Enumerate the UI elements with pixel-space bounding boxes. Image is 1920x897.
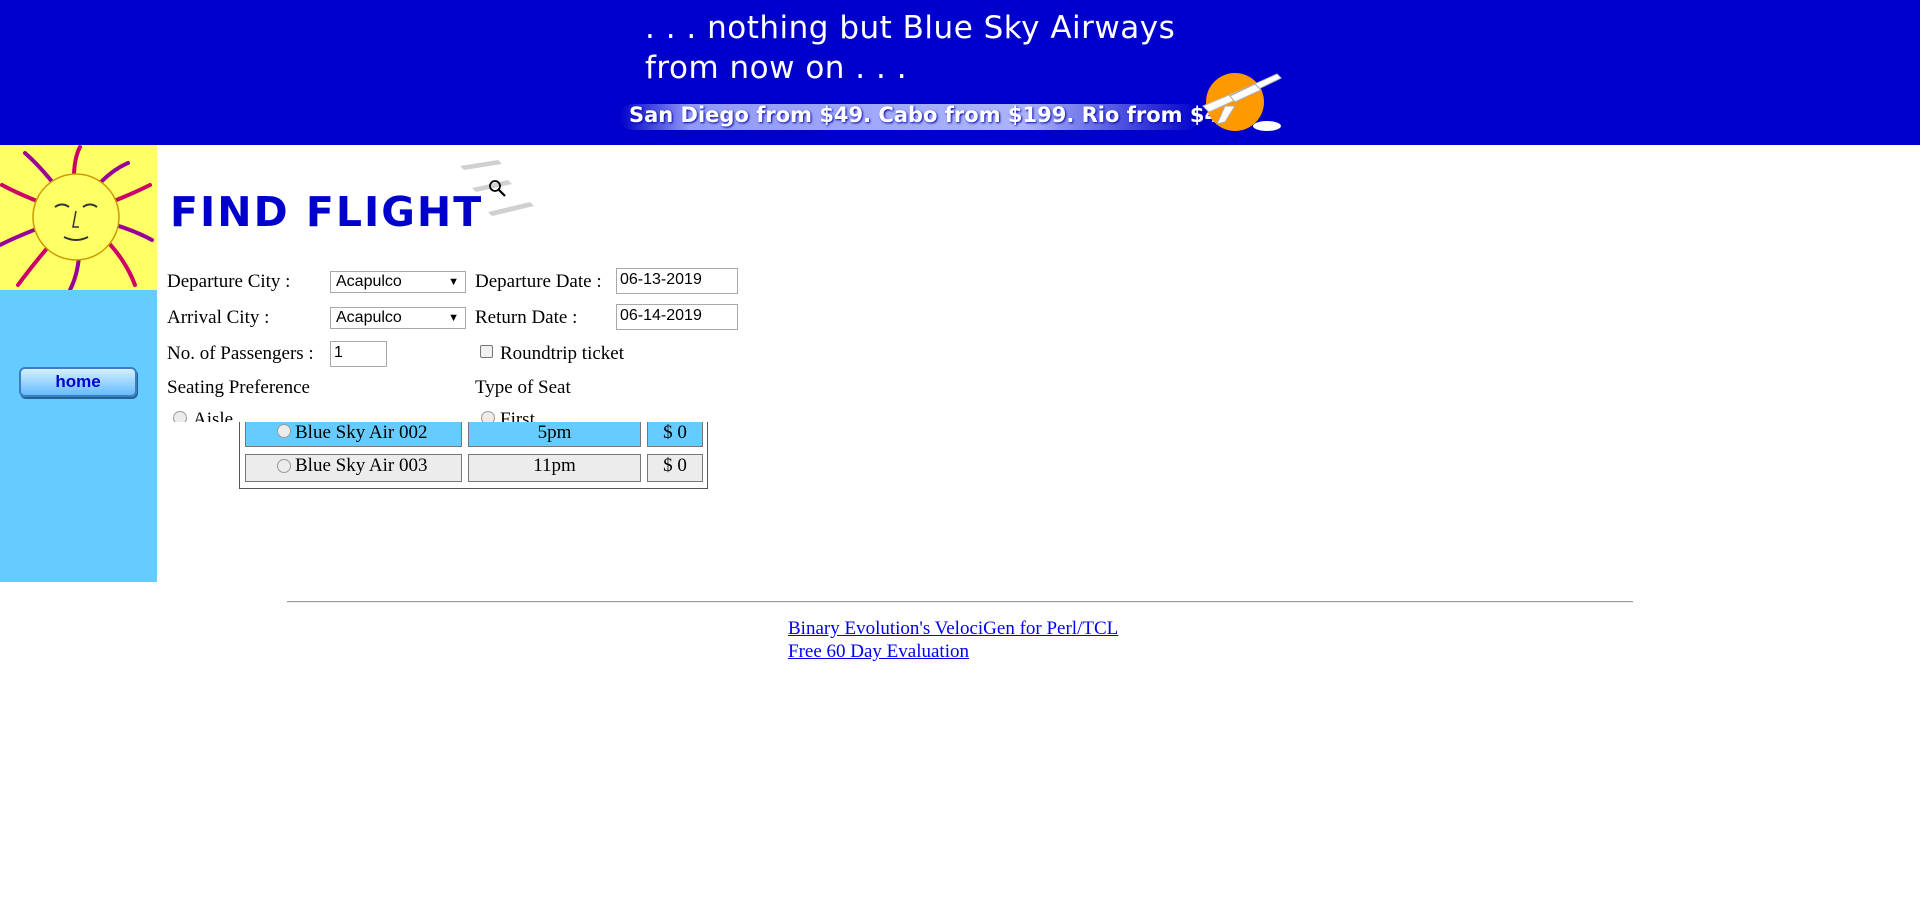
sun-plane-icon xyxy=(1202,73,1282,131)
chevron-down-icon: ▼ xyxy=(448,276,459,288)
banner-prices: San Diego from $49. Cabo from $199. Rio … xyxy=(620,100,1256,134)
roundtrip-label: Roundtrip ticket xyxy=(500,343,625,364)
departure-city-value: Acapulco xyxy=(336,273,402,290)
first-radio[interactable] xyxy=(481,411,495,422)
page-title: FIND FLIGHT xyxy=(170,188,484,236)
departure-city-select[interactable]: Acapulco ▼ xyxy=(330,271,466,293)
sun-face-icon xyxy=(0,145,154,292)
flight-select-radio[interactable] xyxy=(277,459,291,473)
roundtrip-checkbox[interactable] xyxy=(480,345,493,358)
seating-preference-label: Seating Preference xyxy=(167,377,310,398)
flight-price-cell: $ 0 xyxy=(647,422,703,447)
departure-date-label: Departure Date : xyxy=(475,271,602,292)
passengers-label: No. of Passengers : xyxy=(167,343,314,364)
magnifier-icon xyxy=(460,160,534,216)
return-date-input[interactable]: 06-14-2019 xyxy=(616,304,738,330)
flight-select-radio[interactable] xyxy=(277,424,291,438)
flight-time-cell: 5pm xyxy=(468,422,641,447)
header-banner: . . . nothing but Blue Sky Airways from … xyxy=(0,0,1920,145)
first-option-label: First xyxy=(500,409,535,422)
arrival-city-value: Acapulco xyxy=(336,309,402,326)
banner-tagline-line1: . . . nothing but Blue Sky Airways xyxy=(645,10,1176,46)
home-button[interactable]: home xyxy=(19,367,137,397)
sidebar: home xyxy=(0,145,157,582)
sun-face-logo xyxy=(0,145,157,292)
flight-price-cell: $ 0 xyxy=(647,454,703,482)
chevron-down-icon: ▼ xyxy=(448,312,459,324)
flight-results-table: Blue Sky Air 002 5pm $ 0 Blue Sky Air 00… xyxy=(239,422,708,489)
flight-name: Blue Sky Air 003 xyxy=(295,455,428,476)
arrival-city-select[interactable]: Acapulco ▼ xyxy=(330,307,466,329)
free-evaluation-link[interactable]: Free 60 Day Evaluation xyxy=(788,641,969,663)
seat-options-row: Aisle First xyxy=(160,405,720,422)
departure-city-label: Departure City : xyxy=(167,271,291,292)
seat-type-label: Type of Seat xyxy=(475,377,571,398)
banner-prices-text: San Diego from $49. Cabo from $199. Rio … xyxy=(629,103,1257,127)
aisle-radio[interactable] xyxy=(173,411,187,422)
home-button-label: home xyxy=(55,372,101,391)
flight-time-cell: 11pm xyxy=(468,454,641,482)
return-date-label: Return Date : xyxy=(475,307,578,328)
footer-divider xyxy=(287,601,1633,603)
aisle-option-label: Aisle xyxy=(193,409,234,422)
velocigen-link[interactable]: Binary Evolution's VelociGen for Perl/TC… xyxy=(788,618,1118,640)
banner-tagline-line2: from now on . . . xyxy=(645,50,908,86)
departure-date-input[interactable]: 06-13-2019 xyxy=(616,268,738,294)
arrival-city-label: Arrival City : xyxy=(167,307,270,328)
passengers-input[interactable]: 1 xyxy=(330,341,387,367)
flight-name: Blue Sky Air 002 xyxy=(295,422,428,443)
